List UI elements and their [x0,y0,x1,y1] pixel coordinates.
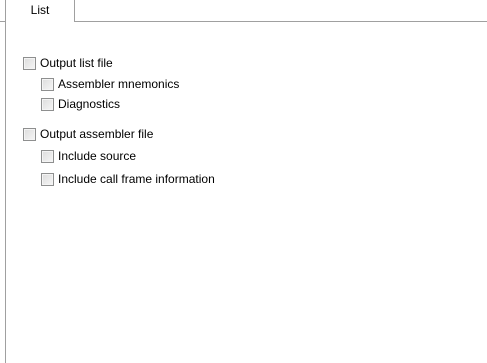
include-source-label: Include source [58,149,137,163]
checkbox-box[interactable] [41,172,54,186]
diagnostics-label: Diagnostics [58,97,121,111]
output-assembler-file-label: Output assembler file [40,127,154,141]
tab-strip-line [75,21,487,22]
include-call-frame-information-checkbox[interactable]: Include call frame information [41,171,215,187]
include-call-frame-information-label: Include call frame information [58,172,215,186]
checkbox-box[interactable] [23,56,36,70]
output-list-file-checkbox[interactable]: Output list file [23,55,113,71]
panel-border [5,21,6,363]
diagnostics-checkbox[interactable]: Diagnostics [41,96,120,112]
checkbox-box[interactable] [41,97,54,111]
tab-list-label: List [30,3,50,17]
checkbox-box[interactable] [41,77,54,91]
assembler-mnemonics-checkbox[interactable]: Assembler mnemonics [41,76,179,92]
options-panel: List Output list file Assembler mnemonic… [0,0,487,363]
checkbox-box[interactable] [23,127,36,141]
output-assembler-file-checkbox[interactable]: Output assembler file [23,126,153,142]
tab-list[interactable]: List [5,0,75,22]
include-source-checkbox[interactable]: Include source [41,148,136,164]
output-list-file-label: Output list file [40,56,113,70]
assembler-mnemonics-label: Assembler mnemonics [58,77,180,91]
checkbox-box[interactable] [41,149,54,163]
